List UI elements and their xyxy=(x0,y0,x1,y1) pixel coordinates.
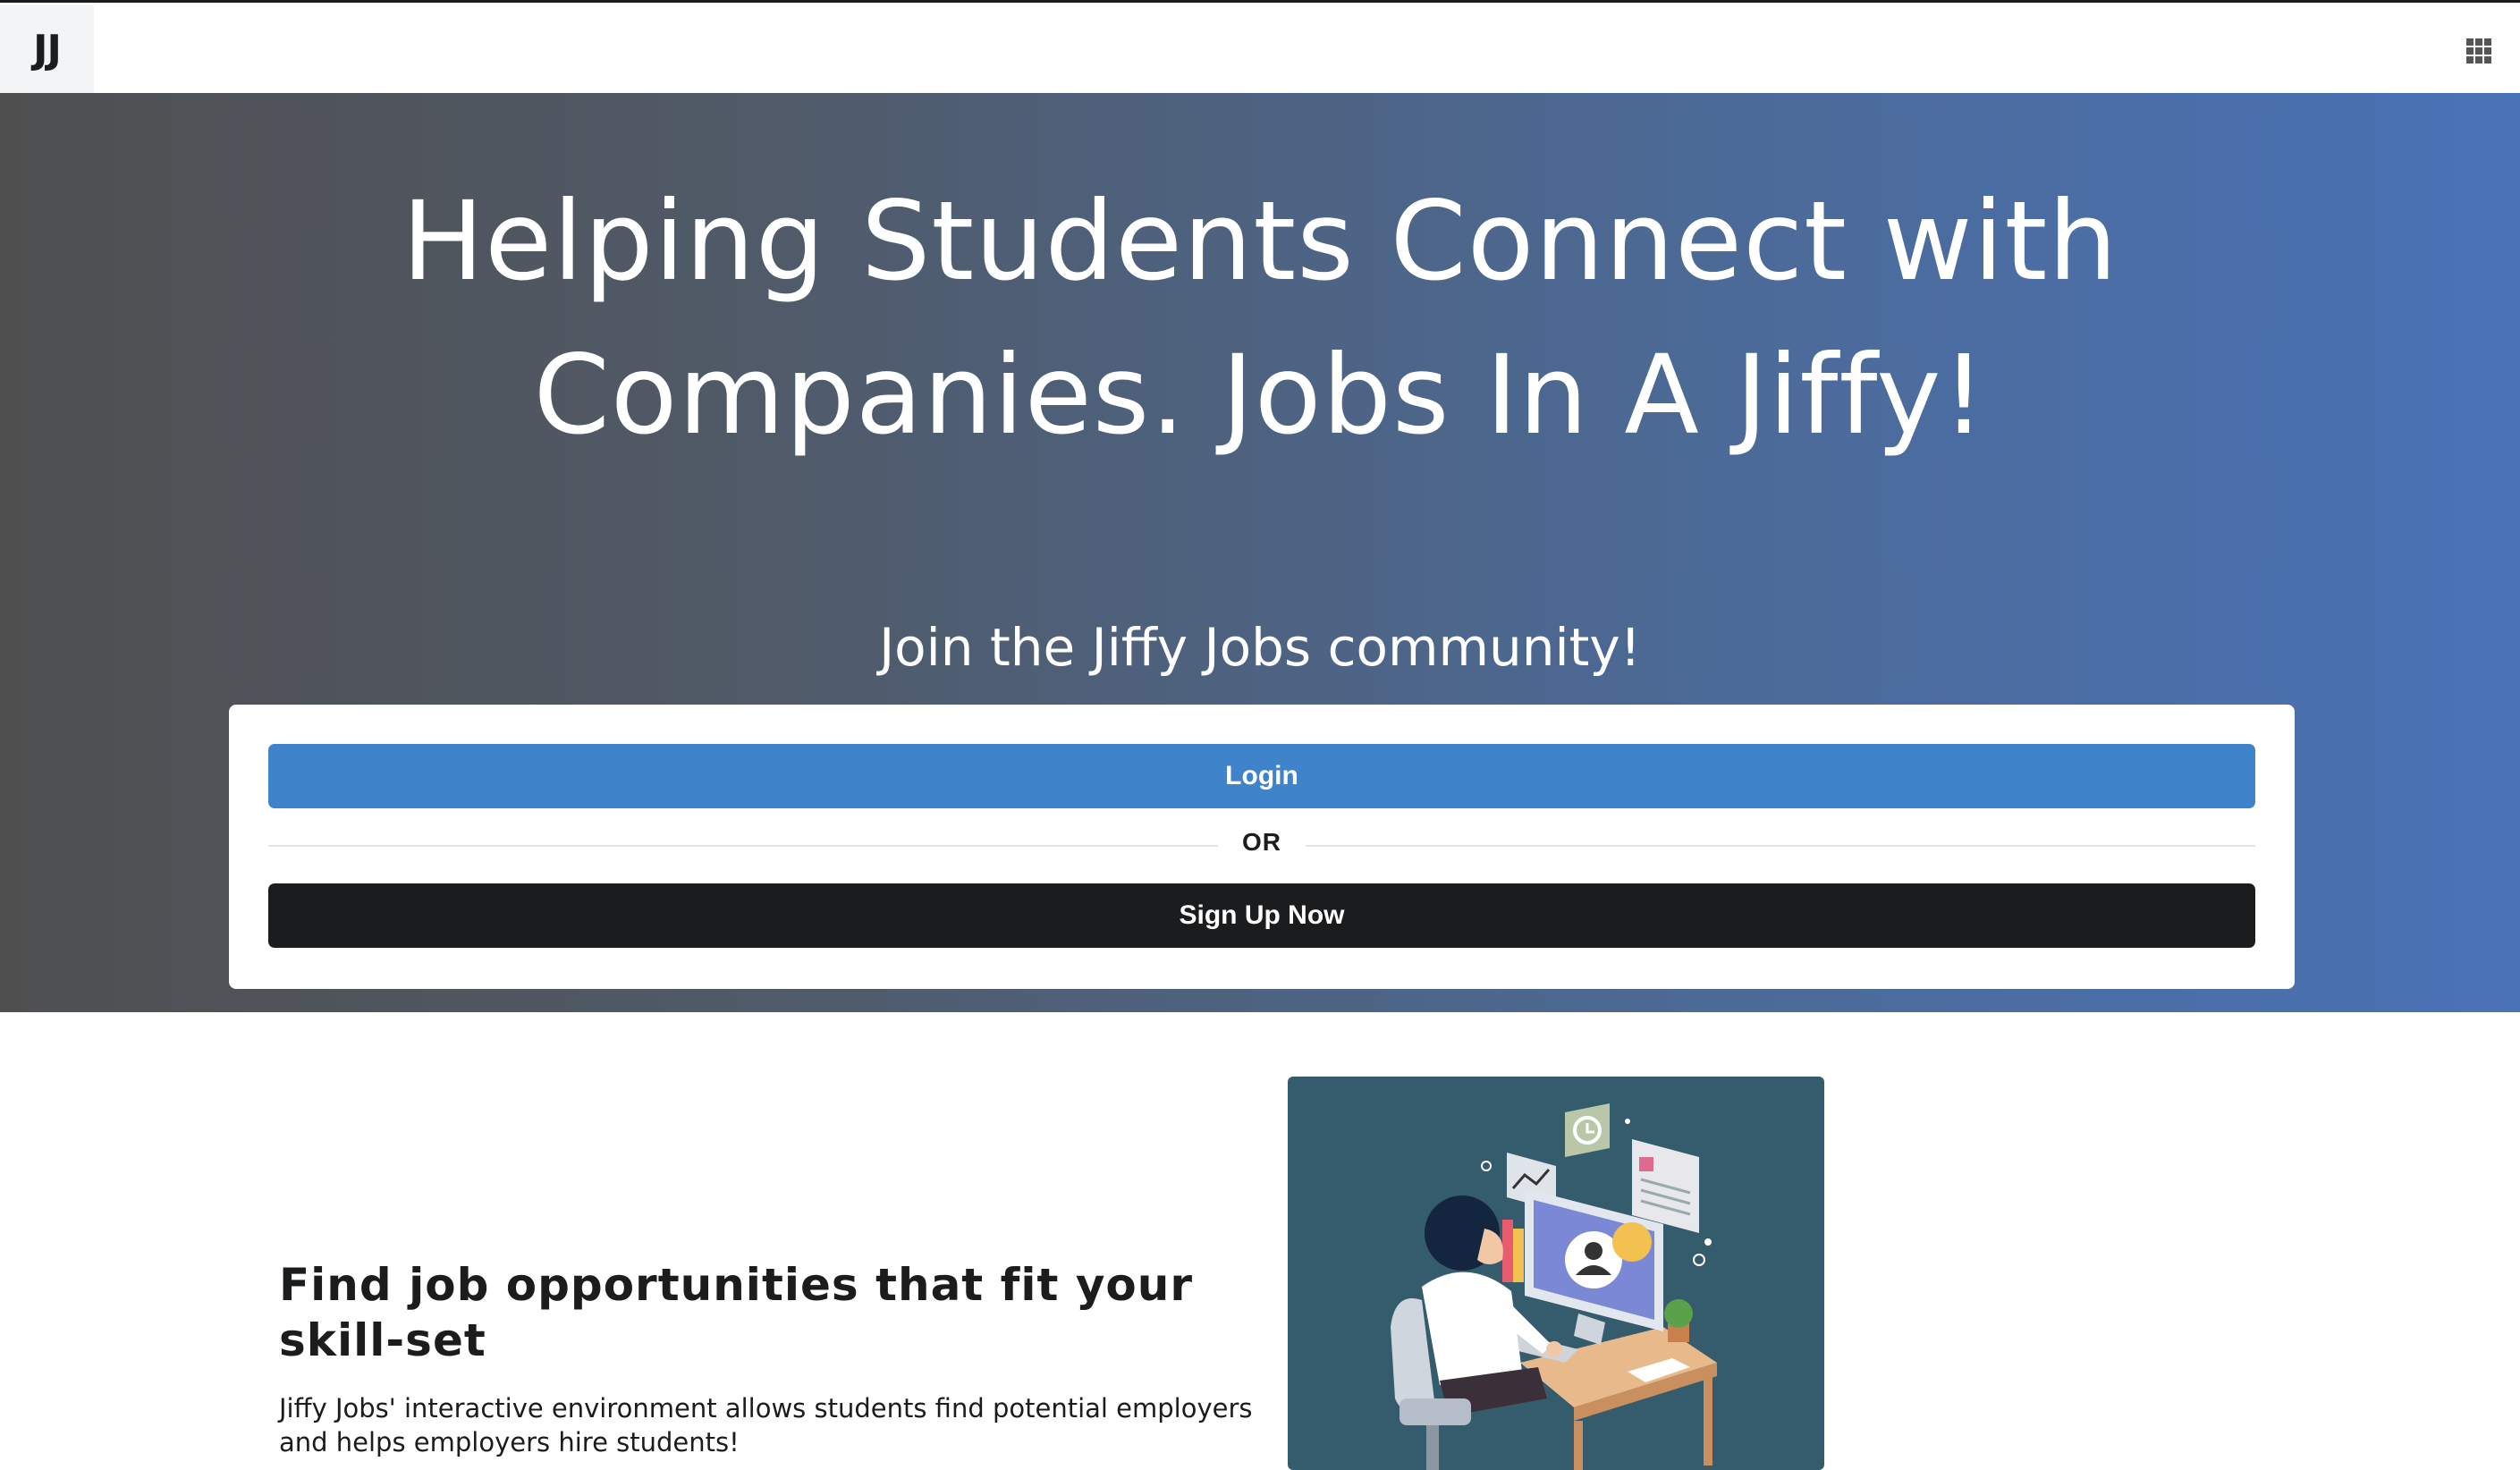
or-divider: OR xyxy=(268,808,2255,883)
grid-menu-icon[interactable] xyxy=(2466,38,2491,63)
illustration-graphic xyxy=(1391,1103,1717,1470)
logo[interactable]: JJ xyxy=(0,5,94,93)
divider-label: OR xyxy=(1242,828,1281,856)
plant xyxy=(1664,1299,1693,1342)
login-button[interactable]: Login xyxy=(268,744,2255,808)
auth-card: Login OR Sign Up Now xyxy=(229,705,2295,989)
student-computer-illustration xyxy=(1288,1077,1824,1470)
divider-line-right xyxy=(1306,845,2255,847)
feature-title: Find job opportunities that fit your ski… xyxy=(279,1259,1194,1366)
top-navbar: JJ xyxy=(0,0,2520,93)
feature-description: Jiffy Jobs' interactive environment allo… xyxy=(279,1393,1253,1457)
signup-button[interactable]: Sign Up Now xyxy=(268,883,2255,948)
book xyxy=(1513,1229,1524,1282)
book xyxy=(1502,1220,1513,1282)
join-subheadline: Join the Jiffy Jobs community! xyxy=(879,617,1641,678)
hero-section: Helping Students Connect with Companies.… xyxy=(0,93,2520,1012)
headline-line-1: Helping Students Connect with xyxy=(402,178,2118,305)
floating-chart-card xyxy=(1565,1103,1610,1157)
hero-headline: Helping Students Connect with Companies.… xyxy=(0,165,2520,472)
headline-line-2: Companies. Jobs In A Jiffy! xyxy=(533,332,1987,459)
